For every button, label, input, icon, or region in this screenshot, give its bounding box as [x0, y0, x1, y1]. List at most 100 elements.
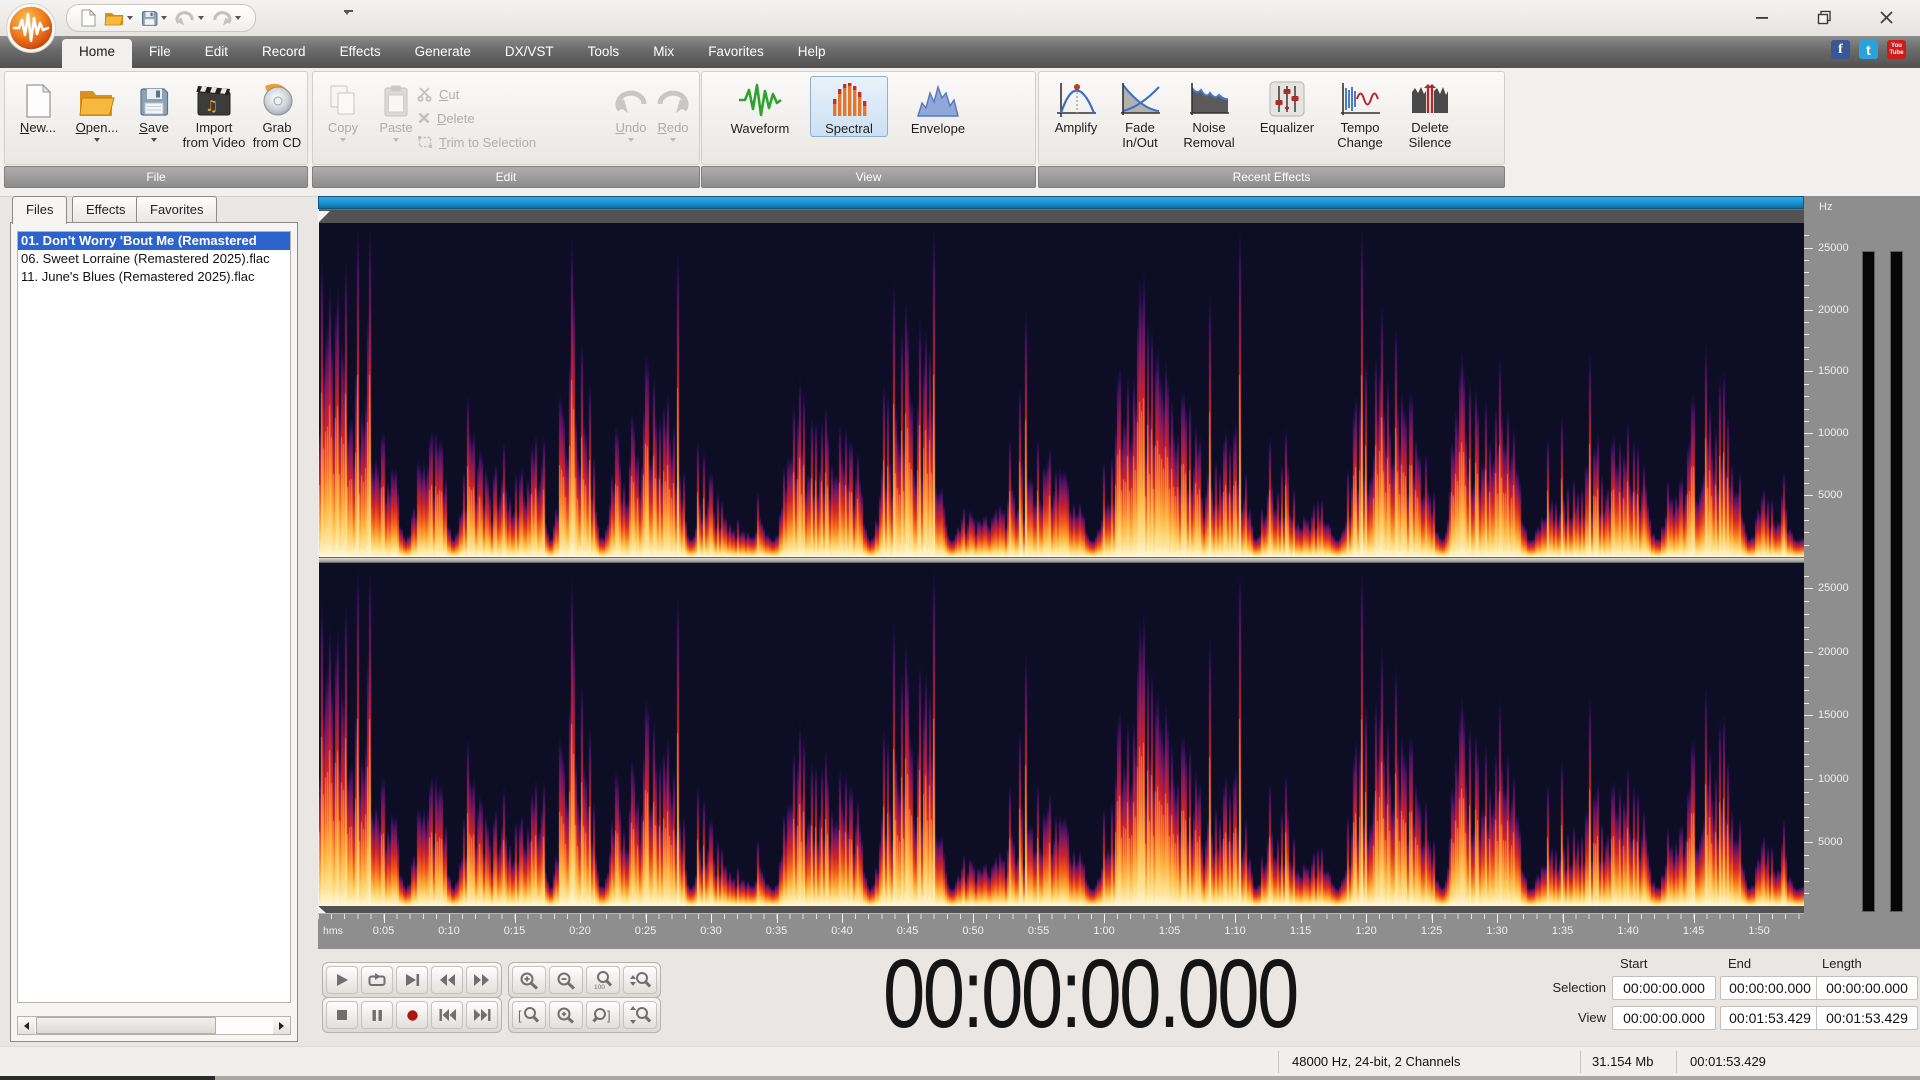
frequency-tick	[1804, 260, 1809, 262]
waveform-view-button[interactable]: Waveform	[712, 76, 808, 137]
delete-button[interactable]: Delete	[417, 108, 475, 128]
ruler-time-label: 1:15	[1289, 925, 1312, 937]
playhead-marker-bottom-icon[interactable]	[318, 906, 326, 913]
spectrogram-channel-2[interactable]	[318, 563, 1805, 906]
playhead-marker-top-icon[interactable]	[318, 211, 330, 223]
file-list-hscrollbar[interactable]	[17, 1016, 291, 1035]
quick-save-button[interactable]	[141, 10, 167, 27]
play-button[interactable]	[326, 966, 358, 994]
new-file-icon	[25, 76, 52, 118]
tab-record[interactable]: Record	[245, 36, 323, 68]
open-button[interactable]: Open...	[67, 76, 127, 142]
button-label: Change	[1337, 135, 1383, 150]
fade-in-out-button[interactable]: Fade In/Out	[1111, 76, 1169, 150]
import-from-video-button[interactable]: ♫ Import from Video	[181, 76, 247, 150]
pause-button[interactable]	[361, 1001, 393, 1029]
redo-button[interactable]: Redo	[651, 76, 695, 142]
save-button[interactable]: Save	[131, 76, 177, 142]
go-to-end-button[interactable]	[466, 1001, 498, 1029]
equalizer-button[interactable]: Equalizer	[1249, 76, 1325, 135]
status-audio-format: 48000 Hz, 24-bit, 2 Channels	[1292, 1054, 1461, 1069]
file-list-item[interactable]: 11. June's Blues (Remastered 2025).flac	[18, 268, 290, 286]
view-length-field[interactable]: 00:01:53.429	[1816, 1006, 1918, 1030]
envelope-view-button[interactable]: Envelope	[890, 76, 986, 137]
quick-undo-button[interactable]	[175, 10, 204, 26]
spectral-icon	[829, 77, 869, 119]
noise-removal-button[interactable]: Noise Removal	[1173, 76, 1245, 150]
trim-to-selection-button[interactable]: Trim to Selection	[417, 132, 536, 152]
close-button[interactable]	[1866, 4, 1906, 30]
dropdown-caret-icon[interactable]	[235, 16, 241, 20]
zoom-vertical-button[interactable]	[623, 966, 657, 994]
zoom-selection-end-button[interactable]: ]	[586, 1001, 620, 1029]
copy-button[interactable]: Copy	[319, 76, 367, 142]
loop-playback-button[interactable]	[361, 966, 393, 994]
go-to-start-button[interactable]	[431, 1001, 463, 1029]
dropdown-caret-icon[interactable]	[161, 16, 167, 20]
panel-tab-effects[interactable]: Effects	[72, 196, 140, 222]
tab-file[interactable]: File	[132, 36, 188, 68]
tab-dx-vst[interactable]: DX/VST	[488, 36, 571, 68]
zoom-out-button[interactable]	[549, 966, 583, 994]
app-logo-button[interactable]	[4, 1, 58, 55]
tab-favorites[interactable]: Favorites	[691, 36, 781, 68]
quick-open-button[interactable]	[104, 10, 133, 26]
panel-tab-favorites[interactable]: Favorites	[136, 196, 218, 222]
tab-help[interactable]: Help	[781, 36, 843, 68]
customize-quick-access-button[interactable]	[344, 8, 358, 32]
fast-forward-button[interactable]	[466, 966, 498, 994]
spectrogram-channel-1[interactable]	[318, 223, 1805, 557]
frequency-label: 15000	[1818, 709, 1849, 722]
scrollbar-thumb[interactable]	[36, 1017, 216, 1034]
waveform-hscrollbar[interactable]	[318, 196, 1804, 209]
record-button[interactable]	[396, 1001, 428, 1029]
stop-button[interactable]	[326, 1001, 358, 1029]
dropdown-caret-icon[interactable]	[127, 16, 133, 20]
ruler-minor-ticks	[318, 914, 1804, 919]
twitter-icon[interactable]: t	[1859, 40, 1878, 59]
svg-text:[: [	[518, 1008, 522, 1023]
tab-tools[interactable]: Tools	[571, 36, 637, 68]
zoom-selection-start-button[interactable]: [	[512, 1001, 546, 1029]
zoom-100-button[interactable]: 100	[586, 966, 620, 994]
tab-mix[interactable]: Mix	[636, 36, 691, 68]
rewind-button[interactable]	[431, 966, 463, 994]
ribbon-tab-row: Home File Edit Record Effects Generate D…	[0, 36, 1920, 68]
undo-button[interactable]: Undo	[607, 76, 655, 142]
marker-strip[interactable]	[318, 209, 1804, 223]
tab-effects[interactable]: Effects	[323, 36, 398, 68]
file-list-item[interactable]: 06. Sweet Lorraine (Remastered 2025).fla…	[18, 250, 290, 268]
spectral-view-button[interactable]: Spectral	[810, 76, 888, 137]
minimize-button[interactable]	[1742, 4, 1782, 30]
amplify-button[interactable]: Amplify	[1045, 76, 1107, 135]
dropdown-caret-icon[interactable]	[198, 16, 204, 20]
selection-end-field[interactable]: 00:00:00.000	[1720, 976, 1820, 1000]
tab-generate[interactable]: Generate	[398, 36, 488, 68]
new-button[interactable]: New...	[11, 76, 65, 135]
panel-tab-files[interactable]: Files	[12, 196, 68, 224]
maximize-button[interactable]	[1804, 4, 1844, 30]
view-start-field[interactable]: 00:00:00.000	[1612, 1006, 1716, 1030]
delete-silence-button[interactable]: Delete Silence	[1395, 76, 1465, 150]
zoom-vertical-out-button[interactable]	[623, 1001, 657, 1029]
youtube-icon[interactable]: You Tube	[1887, 40, 1906, 59]
group-label-recent-effects: Recent Effects	[1038, 166, 1505, 188]
file-list-item[interactable]: 01. Don't Worry 'Bout Me (Remastered	[18, 232, 290, 250]
grab-from-cd-button[interactable]: Grab from CD	[249, 76, 305, 150]
view-end-field[interactable]: 00:01:53.429	[1720, 1006, 1820, 1030]
paste-button[interactable]: Paste	[371, 76, 421, 142]
tab-home[interactable]: Home	[62, 39, 133, 68]
tab-edit[interactable]: Edit	[188, 36, 245, 68]
facebook-icon[interactable]: f	[1831, 40, 1850, 59]
quick-new-button[interactable]	[81, 9, 96, 27]
zoom-in-button[interactable]	[512, 966, 546, 994]
cut-button[interactable]: Cut	[417, 84, 459, 104]
selection-length-field[interactable]: 00:00:00.000	[1816, 976, 1918, 1000]
quick-redo-button[interactable]	[212, 10, 241, 26]
zoom-in-selection-button[interactable]	[549, 1001, 583, 1029]
selection-start-field[interactable]: 00:00:00.000	[1612, 976, 1716, 1000]
scroll-left-arrow-icon[interactable]	[18, 1017, 35, 1034]
tempo-change-button[interactable]: Tempo Change	[1329, 76, 1391, 150]
play-to-next-button[interactable]	[396, 966, 428, 994]
scroll-right-arrow-icon[interactable]	[273, 1017, 290, 1034]
